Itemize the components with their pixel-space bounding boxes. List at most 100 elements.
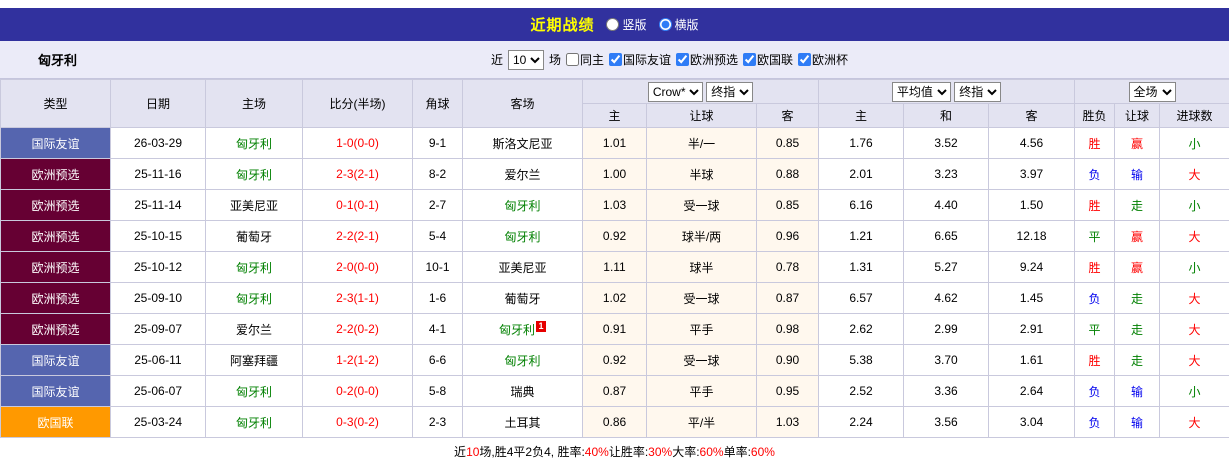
odds-time-select-2[interactable]: 终指 — [954, 82, 1001, 102]
competition-badge: 欧国联 — [1, 407, 111, 438]
crow-odds-handicap: 受一球 — [647, 345, 757, 376]
col-date: 日期 — [111, 80, 206, 128]
away-team: 斯洛文尼亚 — [463, 128, 583, 159]
filter-friendly[interactable]: 国际友谊 — [609, 51, 671, 68]
corners: 9-1 — [413, 128, 463, 159]
corners: 5-8 — [413, 376, 463, 407]
corners: 6-6 — [413, 345, 463, 376]
col-corners: 角球 — [413, 80, 463, 128]
avg-odds-home: 2.52 — [819, 376, 904, 407]
avg-odds-draw: 3.56 — [904, 407, 989, 438]
away-team: 爱尔兰 — [463, 159, 583, 190]
euro-qualifiers-checkbox[interactable] — [676, 53, 689, 66]
summary-segment: 30% — [648, 445, 672, 459]
fulltime-select[interactable]: 全场 — [1129, 82, 1176, 102]
avg-odds-home: 2.01 — [819, 159, 904, 190]
filter-euro-qualifiers[interactable]: 欧洲预选 — [676, 51, 738, 68]
avg-odds-draw: 3.70 — [904, 345, 989, 376]
col-odds2-draw: 和 — [904, 104, 989, 128]
home-team: 亚美尼亚 — [206, 190, 303, 221]
result-wdl: 负 — [1075, 159, 1115, 190]
away-team: 瑞典 — [463, 376, 583, 407]
score: 2-0(0-0) — [303, 252, 413, 283]
header-group-row: 类型 日期 主场 比分(半场) 角球 客场 Crow* 终指 平均值 终指 全场 — [1, 80, 1229, 104]
col-odds2-away: 客 — [989, 104, 1075, 128]
summary-segment: 大率: — [672, 443, 699, 460]
score: 2-2(2-1) — [303, 221, 413, 252]
match-count-select[interactable]: 10 — [508, 50, 544, 70]
competition-badge: 国际友谊 — [1, 128, 111, 159]
corners: 5-4 — [413, 221, 463, 252]
result-wdl: 负 — [1075, 407, 1115, 438]
avg-odds-draw: 4.40 — [904, 190, 989, 221]
crow-odds-away: 0.87 — [757, 283, 819, 314]
crow-odds-home: 1.02 — [583, 283, 647, 314]
summary-segment: 60% — [700, 445, 724, 459]
same-home-checkbox[interactable] — [566, 53, 579, 66]
result-handicap: 走 — [1115, 283, 1160, 314]
average-select[interactable]: 平均值 — [892, 82, 951, 102]
away-team: 亚美尼亚 — [463, 252, 583, 283]
checkbox-label: 欧洲杯 — [812, 51, 848, 68]
crow-odds-handicap: 平手 — [647, 376, 757, 407]
result-goals: 小 — [1160, 376, 1229, 407]
col-away: 客场 — [463, 80, 583, 128]
match-date: 25-09-10 — [111, 283, 206, 314]
friendly-checkbox[interactable] — [609, 53, 622, 66]
bookmaker-select[interactable]: Crow* — [648, 82, 703, 102]
competition-badge: 欧洲预选 — [1, 314, 111, 345]
col-home: 主场 — [206, 80, 303, 128]
filter-nations-league[interactable]: 欧国联 — [743, 51, 793, 68]
col-score: 比分(半场) — [303, 80, 413, 128]
away-team: 匈牙利 — [463, 221, 583, 252]
score: 2-2(0-2) — [303, 314, 413, 345]
home-team: 阿塞拜疆 — [206, 345, 303, 376]
panel-title: 近期战绩 — [530, 14, 594, 35]
result-goals: 大 — [1160, 345, 1229, 376]
euro-cup-checkbox[interactable] — [798, 53, 811, 66]
results-table: 类型 日期 主场 比分(半场) 角球 客场 Crow* 终指 平均值 终指 全场 — [0, 79, 1229, 438]
home-team: 匈牙利 — [206, 407, 303, 438]
avg-odds-away: 12.18 — [989, 221, 1075, 252]
avg-odds-draw: 3.23 — [904, 159, 989, 190]
competition-badge: 欧洲预选 — [1, 252, 111, 283]
result-handicap: 输 — [1115, 159, 1160, 190]
filter-same-home[interactable]: 同主 — [566, 51, 604, 68]
table-row: 欧国联25-03-24匈牙利0-3(0-2)2-3土耳其0.86平/半1.032… — [1, 407, 1229, 438]
table-row: 国际友谊26-03-29匈牙利1-0(0-0)9-1斯洛文尼亚1.01半/一0.… — [1, 128, 1229, 159]
crow-odds-handicap: 半/一 — [647, 128, 757, 159]
away-team: 土耳其 — [463, 407, 583, 438]
result-handicap: 走 — [1115, 345, 1160, 376]
result-goals: 小 — [1160, 252, 1229, 283]
unit-label: 场 — [549, 51, 561, 68]
crow-odds-home: 1.01 — [583, 128, 647, 159]
match-date: 25-10-15 — [111, 221, 206, 252]
avg-odds-away: 9.24 — [989, 252, 1075, 283]
redcard-badge: 1 — [536, 321, 546, 332]
summary-segment: 单率: — [724, 443, 751, 460]
checkbox-label: 欧国联 — [757, 51, 793, 68]
filter-bar: 匈牙利 近 10 场 同主 国际友谊 欧洲预选 欧国联 — [0, 41, 1229, 79]
result-handicap: 输 — [1115, 407, 1160, 438]
crow-odds-away: 0.85 — [757, 128, 819, 159]
filter-euro-cup[interactable]: 欧洲杯 — [798, 51, 848, 68]
odds-time-select-1[interactable]: 终指 — [706, 82, 753, 102]
horizontal-radio[interactable] — [659, 18, 672, 31]
crow-odds-handicap: 球半 — [647, 252, 757, 283]
crow-odds-handicap: 半球 — [647, 159, 757, 190]
match-date: 25-06-11 — [111, 345, 206, 376]
result-wdl: 平 — [1075, 314, 1115, 345]
col-result-goals: 进球数 — [1160, 104, 1229, 128]
corners: 8-2 — [413, 159, 463, 190]
away-team: 葡萄牙 — [463, 283, 583, 314]
vertical-radio[interactable] — [606, 18, 619, 31]
result-wdl: 胜 — [1075, 345, 1115, 376]
crow-odds-home: 1.03 — [583, 190, 647, 221]
table-row: 欧洲预选25-11-14亚美尼亚0-1(0-1)2-7匈牙利1.03受一球0.8… — [1, 190, 1229, 221]
nations-league-checkbox[interactable] — [743, 53, 756, 66]
layout-option-vertical[interactable]: 竖版 — [606, 16, 646, 33]
home-team: 匈牙利 — [206, 128, 303, 159]
result-handicap: 赢 — [1115, 128, 1160, 159]
layout-option-horizontal[interactable]: 横版 — [659, 16, 699, 33]
home-team: 匈牙利 — [206, 283, 303, 314]
